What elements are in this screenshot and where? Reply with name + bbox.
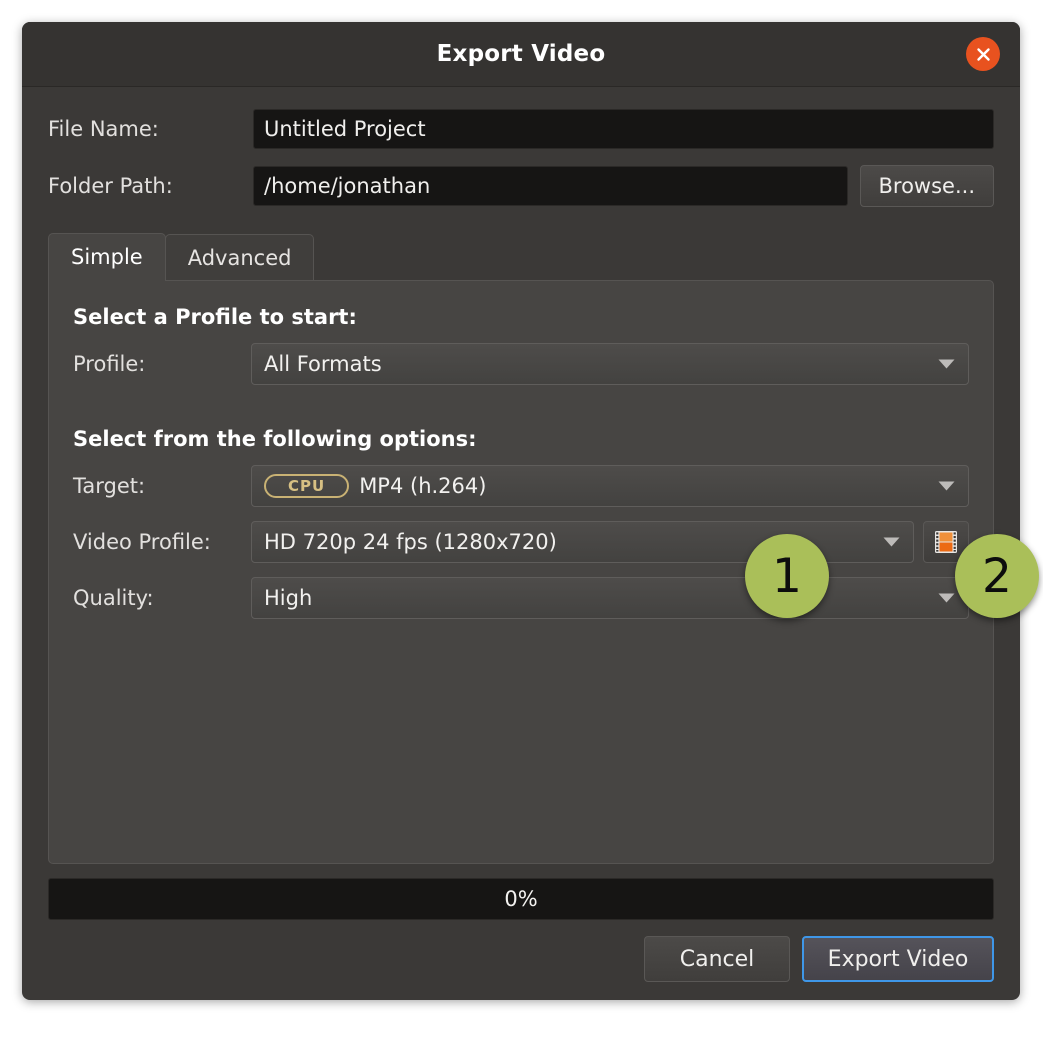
tab-simple[interactable]: Simple <box>48 233 166 281</box>
export-video-dialog: Export Video File Name: Untitled Project… <box>22 22 1020 1000</box>
browse-button[interactable]: Browse... <box>860 165 995 207</box>
target-select[interactable]: CPU MP4 (h.264) <box>251 465 969 507</box>
profile-section-heading: Select a Profile to start: <box>73 305 969 329</box>
video-profile-row: Video Profile: HD 720p 24 fps (1280x720) <box>73 521 969 563</box>
target-row: Target: CPU MP4 (h.264) <box>73 465 969 507</box>
profile-row: Profile: All Formats <box>73 343 969 385</box>
file-name-row: File Name: Untitled Project <box>48 109 994 149</box>
profile-select-value: All Formats <box>264 352 924 376</box>
cancel-button[interactable]: Cancel <box>644 936 790 982</box>
tab-bar: Simple Advanced <box>48 233 994 280</box>
dialog-titlebar: Export Video <box>22 22 1020 87</box>
dialog-body: File Name: Untitled Project Folder Path:… <box>22 87 1020 1000</box>
profile-label: Profile: <box>73 352 251 376</box>
quality-label: Quality: <box>73 586 251 610</box>
close-icon[interactable] <box>966 37 1000 71</box>
annotation-marker-2: 2 <box>955 534 1039 618</box>
file-name-label: File Name: <box>48 117 253 141</box>
folder-path-row: Folder Path: /home/jonathan Browse... <box>48 165 994 207</box>
target-label: Target: <box>73 474 251 498</box>
folder-path-input[interactable]: /home/jonathan <box>253 166 848 206</box>
target-select-value: MP4 (h.264) <box>359 474 924 498</box>
export-progress-label: 0% <box>504 887 537 911</box>
section-spacer <box>73 399 969 423</box>
chevron-down-icon <box>924 359 968 369</box>
cpu-badge: CPU <box>264 474 349 499</box>
annotation-marker-1: 1 <box>745 534 829 618</box>
dialog-footer: Cancel Export Video <box>48 920 994 1000</box>
tab-advanced[interactable]: Advanced <box>165 234 315 280</box>
chevron-down-icon <box>924 481 968 491</box>
video-profile-label: Video Profile: <box>73 530 251 554</box>
chevron-down-icon <box>869 537 913 547</box>
quality-row: Quality: High <box>73 577 969 619</box>
simple-tab-panel: Select a Profile to start: Profile: All … <box>48 280 994 864</box>
folder-path-label: Folder Path: <box>48 174 253 198</box>
file-name-input[interactable]: Untitled Project <box>253 109 994 149</box>
profile-select[interactable]: All Formats <box>251 343 969 385</box>
dialog-title: Export Video <box>437 41 606 67</box>
export-progress-bar: 0% <box>48 878 994 920</box>
export-video-button[interactable]: Export Video <box>802 936 994 982</box>
quality-select[interactable]: High <box>251 577 969 619</box>
options-section-heading: Select from the following options: <box>73 427 969 451</box>
